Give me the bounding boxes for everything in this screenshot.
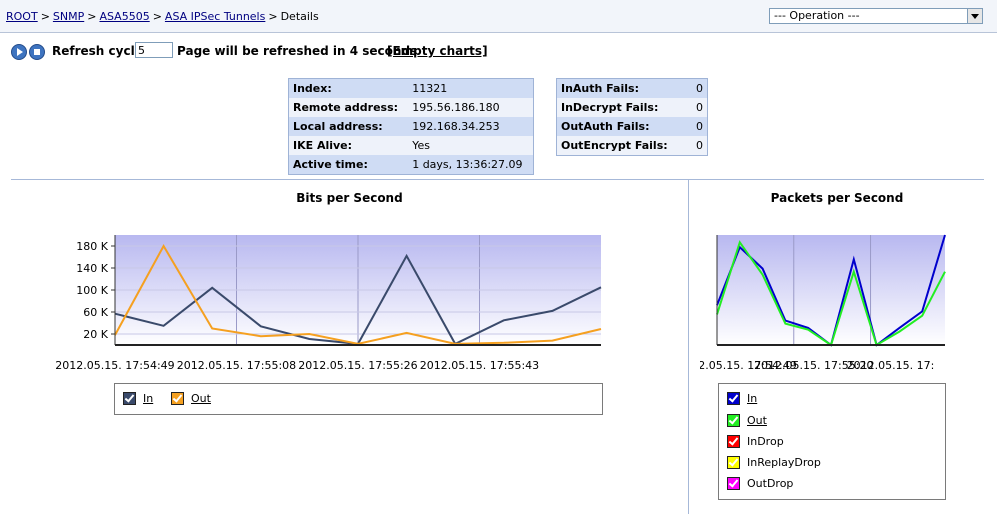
packets-chart-title: Packets per Second xyxy=(770,191,904,205)
refresh-cycle-input[interactable] xyxy=(135,42,173,58)
checkbox-icon[interactable] xyxy=(171,392,184,405)
info-value: 11321 xyxy=(408,78,534,98)
y-tick-label: 140 K xyxy=(76,262,108,275)
info-key: InDecrypt Fails: xyxy=(556,98,690,117)
y-tick-label: 180 K xyxy=(76,240,108,253)
header-bar: ROOT > SNMP > ASA5505 > ASA IPSec Tunnels > Deta… xyxy=(0,0,997,33)
x-tick-label: 2012.05.15. 17:54:49 xyxy=(55,359,174,372)
legend-label[interactable]: Out xyxy=(191,392,211,405)
tunnel-info-table: Index: 11321 Remote address: 195.56.186.18… xyxy=(288,78,534,175)
info-key: InAuth Fails: xyxy=(556,78,690,98)
legend-label: InReplayDrop xyxy=(747,456,821,469)
stop-icon[interactable] xyxy=(29,44,45,60)
packets-chart-legend: In Out InDrop InReplayDrop OutDrop xyxy=(718,383,946,500)
play-icon[interactable] xyxy=(11,44,27,60)
table-row: InAuth Fails: 0 xyxy=(556,78,708,98)
breadcrumb-snmp[interactable]: SNMP xyxy=(53,10,84,23)
legend-label: OutDrop xyxy=(747,477,794,490)
breadcrumb: ROOT > SNMP > ASA5505 > ASA IPSec Tunnels > Deta… xyxy=(6,10,319,23)
fail-counters-table: InAuth Fails: 0 InDecrypt Fails: 0 OutAuth… xyxy=(556,78,708,156)
refresh-cycle-label: Refresh cycle: xyxy=(52,44,148,58)
table-row: IKE Alive: Yes xyxy=(288,136,534,155)
legend-label: InDrop xyxy=(747,435,784,448)
checkbox-icon[interactable] xyxy=(727,456,740,469)
legend-label[interactable]: In xyxy=(143,392,153,405)
info-key: Index: xyxy=(288,78,409,98)
breadcrumb-separator: > xyxy=(40,10,50,23)
empty-charts-link[interactable]: [Empty charts] xyxy=(387,44,488,58)
y-tick-label: 100 K xyxy=(76,284,108,297)
info-value: Yes xyxy=(408,136,534,155)
table-row: InDecrypt Fails: 0 xyxy=(556,98,708,117)
table-row: OutEncrypt Fails: 0 xyxy=(556,136,708,156)
legend-label[interactable]: In xyxy=(747,392,757,405)
table-row: OutAuth Fails: 0 xyxy=(556,117,708,136)
bits-chart-title: Bits per Second xyxy=(296,191,403,205)
table-row: Index: 11321 xyxy=(288,78,534,98)
refresh-countdown-text: Page will be refreshed in 4 seconds xyxy=(177,44,418,58)
checkbox-icon[interactable] xyxy=(727,414,740,427)
info-key: IKE Alive: xyxy=(288,136,409,155)
info-key: OutAuth Fails: xyxy=(556,117,690,136)
checkbox-icon[interactable] xyxy=(727,392,740,405)
y-tick-label: 20 K xyxy=(83,328,108,341)
info-value: 0 xyxy=(689,78,708,98)
info-value: 0 xyxy=(689,136,708,156)
breadcrumb-root[interactable]: ROOT xyxy=(6,10,38,23)
y-tick-label: 60 K xyxy=(83,306,108,319)
x-tick-label: 2012.05.15. 17: xyxy=(847,359,935,372)
info-key: Remote address: xyxy=(288,98,409,117)
table-row: Local address: 192.168.34.253 xyxy=(288,117,534,136)
breadcrumb-ipsec-tunnels[interactable]: ASA IPSec Tunnels xyxy=(165,10,265,23)
table-row: Remote address: 195.56.186.180 xyxy=(288,98,534,117)
packets-per-second-chart: 2012.05.15. 17:54:492012.05.15. 17:55:20… xyxy=(700,234,946,372)
info-key: Local address: xyxy=(288,117,409,136)
x-tick-label: 2012.05.15. 17:55:26 xyxy=(298,359,417,372)
breadcrumb-separator: > xyxy=(268,10,278,23)
x-tick-label: 2012.05.15. 17:55:08 xyxy=(177,359,296,372)
info-value: 192.168.34.253 xyxy=(408,117,534,136)
bits-chart-legend: In Out xyxy=(114,383,603,415)
breadcrumb-asa5505[interactable]: ASA5505 xyxy=(99,10,149,23)
info-value: 0 xyxy=(689,98,708,117)
operation-select-value: --- Operation --- xyxy=(774,9,860,22)
plot-area xyxy=(717,235,945,345)
info-value: 0 xyxy=(689,117,708,136)
breadcrumb-current: Details xyxy=(280,10,319,23)
checkbox-icon[interactable] xyxy=(123,392,136,405)
info-value: 195.56.186.180 xyxy=(408,98,534,117)
chevron-down-icon[interactable] xyxy=(967,9,982,23)
info-value: 1 days, 13:36:27.09 xyxy=(408,155,534,175)
operation-select[interactable]: --- Operation --- xyxy=(769,8,983,24)
x-tick-label: 2012.05.15. 17:55:43 xyxy=(420,359,539,372)
bits-per-second-chart: 20 K 60 K 100 K 140 K 180 K 2012.05.15. 17:54… xyxy=(55,235,602,372)
section-divider xyxy=(11,179,984,180)
column-divider xyxy=(688,180,689,514)
breadcrumb-separator: > xyxy=(152,10,162,23)
legend-label[interactable]: Out xyxy=(747,414,767,427)
checkbox-icon[interactable] xyxy=(727,477,740,490)
table-row: Active time: 1 days, 13:36:27.09 xyxy=(288,155,534,175)
info-key: OutEncrypt Fails: xyxy=(556,136,690,156)
info-key: Active time: xyxy=(288,155,409,175)
breadcrumb-separator: > xyxy=(87,10,97,23)
checkbox-icon[interactable] xyxy=(727,435,740,448)
